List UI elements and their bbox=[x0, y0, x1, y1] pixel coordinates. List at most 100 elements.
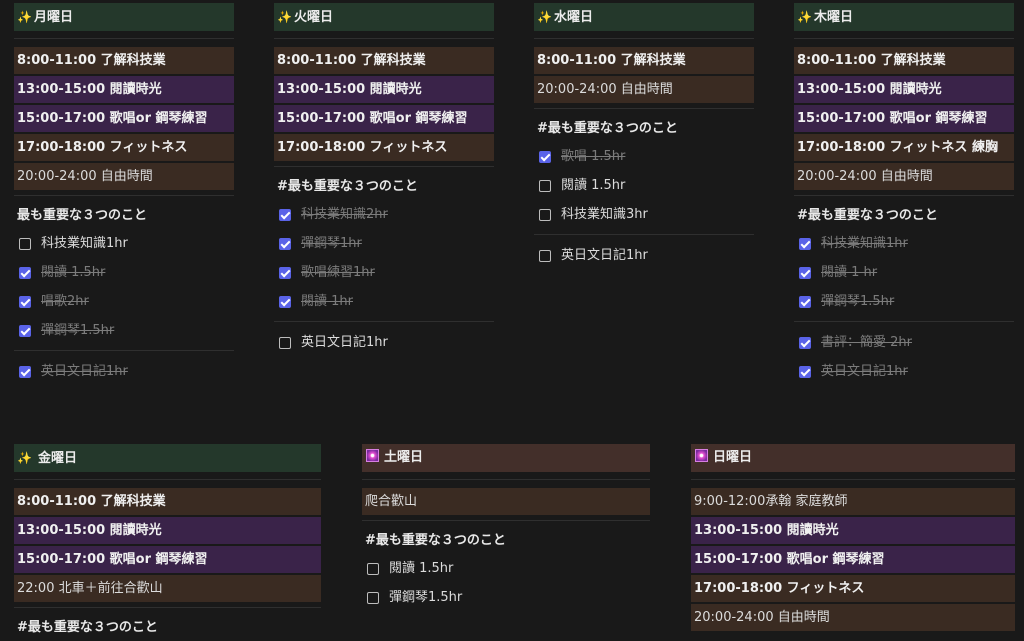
schedule-block[interactable]: 8:00-11:00 了解科技業 bbox=[14, 47, 234, 74]
todo-item[interactable]: 閱讀 1.5hr bbox=[534, 171, 754, 200]
checkbox-checked[interactable] bbox=[279, 208, 291, 221]
todo-item[interactable]: 書評：簡愛 2hr bbox=[794, 328, 1014, 357]
checkbox-checked[interactable] bbox=[799, 237, 811, 250]
divider bbox=[794, 321, 1014, 322]
todo-item[interactable]: 科技業知識1hr bbox=[794, 229, 1014, 258]
checkbox-checked[interactable] bbox=[19, 365, 31, 378]
task-section-title: #最も重要な３つのこと bbox=[537, 121, 678, 136]
divider bbox=[534, 234, 754, 235]
todo-item[interactable]: 歌唱練習1hr bbox=[274, 258, 494, 287]
schedule-block[interactable]: 17:00-18:00 フィットネス bbox=[14, 134, 234, 161]
todo-label: 英日文日記1hr bbox=[561, 248, 648, 263]
todo-item[interactable]: 英日文日記1hr bbox=[14, 357, 234, 386]
todo-item[interactable]: 科技業知識3hr bbox=[534, 200, 754, 229]
schedule-block[interactable]: 13:00-15:00 閱讀時光 bbox=[14, 517, 321, 544]
day-column-tuesday: ✨ 火曜日 8:00-11:00 了解科技業 13:00-15:00 閱讀時光 1… bbox=[274, 3, 494, 357]
todo-item[interactable]: 科技業知識1hr bbox=[14, 229, 234, 258]
schedule-block[interactable]: 15:00-17:00 歌唱or 鋼琴練習 bbox=[794, 105, 1014, 132]
day-column-monday: ✨ 月曜日 8:00-11:00 了解科技業 13:00-15:00 閱讀時光 1… bbox=[14, 3, 234, 386]
task-section-title: #最も重要な３つのこと bbox=[797, 208, 938, 223]
todo-item[interactable]: 英日文日記1hr bbox=[534, 241, 754, 270]
todo-item[interactable]: 閱讀 1hr bbox=[274, 287, 494, 316]
checkbox-checked[interactable] bbox=[799, 365, 811, 378]
schedule-block[interactable]: 15:00-17:00 歌唱or 鋼琴練習 bbox=[14, 546, 321, 573]
schedule-block[interactable]: 17:00-18:00 フィットネス 練胸 bbox=[794, 134, 1014, 161]
day-header-thursday[interactable]: ✨ 木曜日 bbox=[794, 3, 1014, 31]
checkbox-checked[interactable] bbox=[799, 266, 811, 279]
schedule-block[interactable]: 20:00-24:00 自由時間 bbox=[794, 163, 1014, 190]
schedule-block[interactable]: 20:00-24:00 自由時間 bbox=[534, 76, 754, 103]
star-square-icon bbox=[695, 449, 708, 462]
checkbox-checked[interactable] bbox=[279, 266, 291, 279]
checkbox[interactable] bbox=[367, 562, 379, 575]
day-header-label: 日曜日 bbox=[713, 450, 753, 465]
checkbox[interactable] bbox=[279, 336, 291, 349]
todo-item[interactable]: 彈鋼琴1.5hr bbox=[14, 316, 234, 345]
task-section-title: #最も重要な３つのこと bbox=[365, 533, 506, 548]
schedule-block[interactable]: 8:00-11:00 了解科技業 bbox=[794, 47, 1014, 74]
todo-label: 閱讀 1.5hr bbox=[41, 265, 106, 280]
checkbox[interactable] bbox=[19, 237, 31, 250]
schedule-block[interactable]: 8:00-11:00 了解科技業 bbox=[534, 47, 754, 74]
schedule-block[interactable]: 13:00-15:00 閱讀時光 bbox=[794, 76, 1014, 103]
schedule-block[interactable]: 17:00-18:00 フィットネス bbox=[274, 134, 494, 161]
day-header-label: 月曜日 bbox=[33, 10, 73, 25]
schedule-block[interactable]: 15:00-17:00 歌唱or 鋼琴練習 bbox=[274, 105, 494, 132]
todo-item[interactable]: 閱讀 1.5hr bbox=[362, 554, 650, 583]
checkbox-checked[interactable] bbox=[279, 237, 291, 250]
todo-item[interactable]: 彈鋼琴1.5hr bbox=[794, 287, 1014, 316]
day-header-wednesday[interactable]: ✨ 水曜日 bbox=[534, 3, 754, 31]
schedule-block[interactable]: 15:00-17:00 歌唱or 鋼琴練習 bbox=[14, 105, 234, 132]
schedule-block[interactable]: 20:00-24:00 自由時間 bbox=[691, 604, 1015, 631]
sparkles-icon: ✨ bbox=[17, 451, 32, 465]
todo-item[interactable]: 歌唱 1.5hr bbox=[534, 142, 754, 171]
schedule-block[interactable]: 8:00-11:00 了解科技業 bbox=[274, 47, 494, 74]
todo-item[interactable]: 閱讀 1.5hr bbox=[14, 258, 234, 287]
checkbox[interactable] bbox=[539, 249, 551, 262]
todo-item[interactable]: 英日文日記1hr bbox=[794, 357, 1014, 386]
checkbox-checked[interactable] bbox=[19, 266, 31, 279]
day-header-sunday[interactable]: 日曜日 bbox=[691, 444, 1015, 472]
day-header-monday[interactable]: ✨ 月曜日 bbox=[14, 3, 234, 31]
task-section-title: #最も重要な３つのこと bbox=[277, 179, 418, 194]
todo-label: 科技業知識3hr bbox=[561, 207, 648, 222]
schedule-block[interactable]: 13:00-15:00 閱讀時光 bbox=[691, 517, 1015, 544]
todo-label: 閱讀 1.5hr bbox=[389, 561, 454, 576]
divider bbox=[362, 479, 650, 480]
schedule-block[interactable]: 13:00-15:00 閱讀時光 bbox=[14, 76, 234, 103]
checkbox-checked[interactable] bbox=[799, 336, 811, 349]
checkbox[interactable] bbox=[367, 591, 379, 604]
schedule-block[interactable]: 9:00-12:00承翰 家庭教師 bbox=[691, 488, 1015, 515]
day-header-tuesday[interactable]: ✨ 火曜日 bbox=[274, 3, 494, 31]
todo-label: 科技業知識1hr bbox=[41, 236, 128, 251]
schedule-block[interactable]: 22:00 北車＋前往合歡山 bbox=[14, 575, 321, 602]
checkbox-checked[interactable] bbox=[539, 150, 551, 163]
todo-item[interactable]: 科技業知識2hr bbox=[274, 200, 494, 229]
checkbox[interactable] bbox=[539, 179, 551, 192]
day-header-saturday[interactable]: 土曜日 bbox=[362, 444, 650, 472]
todo-label: 彈鋼琴1.5hr bbox=[389, 590, 463, 605]
checkbox-checked[interactable] bbox=[799, 295, 811, 308]
sparkles-icon: ✨ bbox=[17, 10, 32, 24]
schedule-block[interactable]: 爬合歡山 bbox=[362, 488, 650, 515]
schedule-block[interactable]: 20:00-24:00 自由時間 bbox=[14, 163, 234, 190]
day-header-friday[interactable]: ✨ 金曜日 bbox=[14, 444, 321, 472]
schedule-block[interactable]: 8:00-11:00 了解科技業 bbox=[14, 488, 321, 515]
checkbox-checked[interactable] bbox=[19, 295, 31, 308]
todo-item[interactable]: 彈鋼琴1hr bbox=[274, 229, 494, 258]
todo-label: 英日文日記1hr bbox=[41, 364, 128, 379]
todo-item[interactable]: 彈鋼琴1.5hr bbox=[362, 583, 650, 612]
schedule-block[interactable]: 13:00-15:00 閱讀時光 bbox=[274, 76, 494, 103]
todo-label: 英日文日記1hr bbox=[301, 335, 388, 350]
day-header-label: 金曜日 bbox=[37, 451, 77, 466]
todo-item[interactable]: 英日文日記1hr bbox=[274, 328, 494, 357]
checkbox-checked[interactable] bbox=[19, 324, 31, 337]
schedule-block[interactable]: 15:00-17:00 歌唱or 鋼琴練習 bbox=[691, 546, 1015, 573]
sparkles-icon: ✨ bbox=[797, 10, 812, 24]
todo-item[interactable]: 閱讀 1 hr bbox=[794, 258, 1014, 287]
checkbox[interactable] bbox=[539, 208, 551, 221]
divider bbox=[14, 195, 234, 196]
checkbox-checked[interactable] bbox=[279, 295, 291, 308]
schedule-block[interactable]: 17:00-18:00 フィットネス bbox=[691, 575, 1015, 602]
todo-item[interactable]: 唱歌2hr bbox=[14, 287, 234, 316]
